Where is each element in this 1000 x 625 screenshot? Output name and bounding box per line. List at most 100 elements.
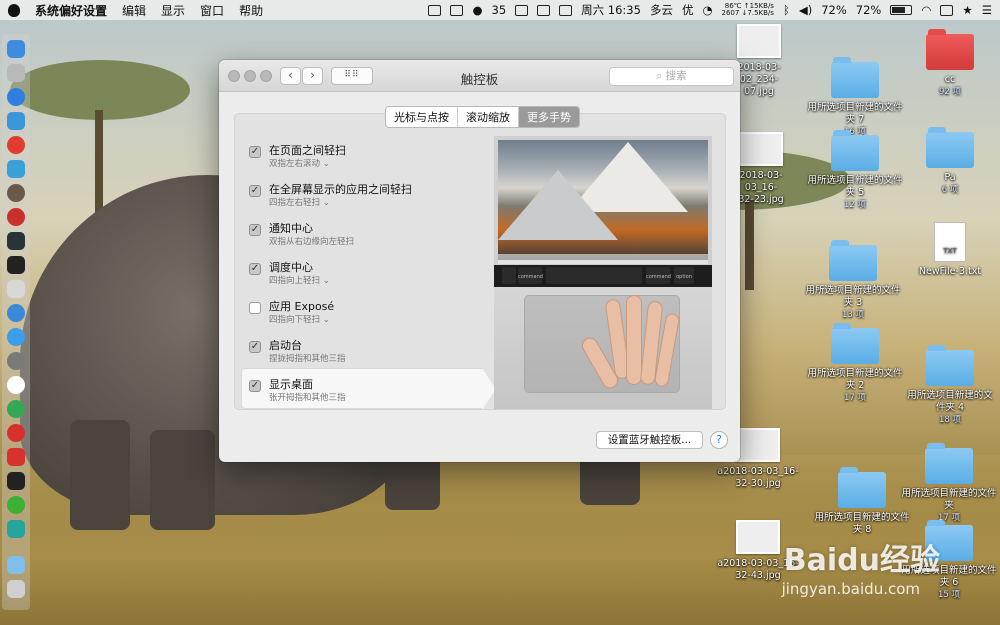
status-app-icon[interactable] — [428, 4, 442, 16]
trash-icon[interactable] — [7, 580, 25, 598]
option-gesture-dropdown[interactable]: 双指左右滚动 ⌄ — [269, 157, 330, 169]
bluetooth-icon[interactable]: ᛒ — [783, 3, 790, 17]
image-thumbnail — [736, 428, 780, 462]
option-title: 应用 Exposé — [269, 300, 335, 313]
option-gesture-dropdown[interactable]: 四指向下轻扫 ⌄ — [269, 313, 330, 325]
checkbox-show-desktop[interactable]: ✓ — [249, 380, 261, 392]
checkbox-swipe-pages[interactable]: ✓ — [249, 146, 261, 158]
downloads-folder-icon[interactable] — [7, 556, 25, 574]
folder-icon — [926, 127, 974, 168]
migration-icon[interactable] — [7, 160, 25, 178]
battery-icon[interactable] — [890, 5, 913, 15]
checkbox-launchpad[interactable]: ✓ — [249, 341, 261, 353]
txt-file-icon: TXT — [934, 222, 966, 262]
volume-icon[interactable]: ◀) — [799, 3, 812, 17]
tab-scroll-zoom[interactable]: 滚动缩放 — [458, 107, 519, 127]
item-count: 12 项 — [843, 200, 867, 210]
calendar-icon[interactable] — [559, 4, 573, 16]
desktop-folder-4[interactable]: 用所选项目新建的文件夹 4 18 项 — [903, 345, 997, 426]
item-count: 17 项 — [843, 393, 867, 403]
launchpad-icon[interactable] — [7, 64, 25, 82]
checkbox-mission-control[interactable]: ✓ — [249, 263, 261, 275]
monitor-icon[interactable] — [537, 4, 551, 16]
tab-point-click[interactable]: 光标与点按 — [386, 107, 458, 127]
setup-bluetooth-trackpad-button[interactable]: 设置蓝牙触控板... — [596, 431, 703, 449]
option-gesture-dropdown[interactable]: 四指向上轻扫 ⌄ — [269, 274, 330, 286]
music-icon[interactable] — [7, 208, 25, 226]
checkbox-swipe-fullscreen[interactable]: ✓ — [249, 185, 261, 197]
title-bar: ‹ › ⠿⠿ 触控板 ⌕ 搜索 — [219, 60, 740, 92]
desktop-folder-cc[interactable]: cc 92 项 — [915, 29, 985, 98]
menu-window[interactable]: 窗口 — [200, 2, 224, 19]
wifi-icon[interactable]: ◠ — [921, 3, 931, 17]
shell-icon[interactable] — [7, 472, 25, 490]
option-title: 启动台 — [269, 339, 302, 352]
settings-icon[interactable] — [7, 352, 25, 370]
trackpad-preferences-window: ‹ › ⠿⠿ 触控板 ⌕ 搜索 光标与点按 滚动缩放 更多手势 ✓ 在页面之间轻… — [219, 60, 740, 462]
air-quality[interactable]: 优 — [682, 2, 694, 18]
desktop-file-newfile[interactable]: TXT NewFile-3.txt — [908, 222, 992, 278]
grid-status-icon[interactable] — [450, 4, 464, 16]
s-app-icon[interactable] — [940, 4, 954, 16]
option-title: 调度中心 — [269, 261, 313, 274]
datetime[interactable]: 周六 16:35 — [581, 2, 641, 18]
checkbox-app-expose[interactable] — [249, 302, 261, 314]
desktop-folder-pa[interactable]: Pa 6 项 — [915, 127, 985, 196]
terminal-icon[interactable] — [7, 256, 25, 274]
desktop-folder-2[interactable]: 用所选项目新建的文件夹 2 17 项 — [805, 323, 905, 404]
search-input[interactable]: ⌕ 搜索 — [609, 67, 734, 86]
red-app-icon[interactable] — [7, 136, 25, 154]
system-monitor[interactable]: 86℃ ↑15KB/s 2607 ↓7.5KB/s — [721, 3, 773, 17]
chrome-icon[interactable] — [7, 400, 25, 418]
wechat-dock-icon[interactable] — [7, 496, 25, 514]
option-title: 显示桌面 — [269, 378, 313, 391]
desktop-folder-8[interactable]: 用所选项目新建的文件夹 8 — [812, 467, 912, 536]
display-icon[interactable] — [515, 4, 529, 16]
microphone-icon[interactable] — [7, 304, 25, 322]
desktop-folder-1[interactable]: 用所选项目新建的文件夹 17 项 — [900, 443, 998, 524]
photo-icon[interactable] — [7, 112, 25, 130]
menu-edit[interactable]: 编辑 — [122, 2, 146, 19]
weather[interactable]: 多云 — [650, 2, 673, 18]
apple-menu-icon[interactable] — [8, 3, 20, 17]
wechat-icon[interactable]: ● — [472, 3, 482, 17]
yandex-icon[interactable] — [7, 376, 25, 394]
star-icon[interactable]: ★ — [962, 3, 972, 17]
item-label: cc — [944, 74, 956, 85]
safari-icon[interactable] — [7, 88, 25, 106]
folder-icon — [831, 57, 879, 98]
tab-more-gestures[interactable]: 更多手势 — [519, 107, 579, 127]
battery-percent-right[interactable]: 72% — [856, 3, 882, 17]
desktop-folder-5[interactable]: 用所选项目新建的文件夹 5 12 项 — [805, 130, 905, 211]
option-gesture-dropdown[interactable]: 四指左右轻扫 ⌄ — [269, 196, 330, 208]
finder-icon[interactable] — [7, 40, 25, 58]
help-button[interactable]: ? — [710, 431, 728, 449]
wifi-status-icon[interactable]: ◔ — [702, 3, 712, 17]
folder-icon — [925, 443, 973, 484]
system-pref-icon[interactable] — [7, 184, 25, 202]
desktop-folder-3[interactable]: 用所选项目新建的文件夹 3 13 项 — [803, 240, 903, 321]
preview-palm-rest — [494, 287, 712, 409]
item-label: 用所选项目新建的文件夹 5 — [807, 175, 903, 198]
list-menu-icon[interactable]: ☰ — [982, 3, 992, 17]
item-label: 用所选项目新建的文件夹 — [901, 488, 997, 511]
item-count: 6 项 — [941, 185, 959, 195]
netease-music-icon[interactable] — [7, 424, 25, 442]
vivaldi-icon[interactable] — [7, 448, 25, 466]
menu-view[interactable]: 显示 — [161, 2, 185, 19]
option-gesture-desc: 张开拇指和其他三指 — [269, 393, 346, 403]
desktop-folder-7[interactable]: 用所选项目新建的文件夹 7 16 项 — [805, 57, 905, 138]
item-label: a2018-03-03_16-32-30.jpg — [717, 466, 799, 489]
desktop-image-0302[interactable]: 2018-03-02_234-07.jpg — [736, 24, 782, 98]
checkbox-notification-center[interactable]: ✓ — [249, 224, 261, 236]
teal-app-icon[interactable] — [7, 520, 25, 538]
desktop-image-1632-23[interactable]: 2018-03-03_16-32-23.jpg — [738, 132, 784, 206]
preview-icon[interactable] — [7, 280, 25, 298]
app-store-icon[interactable] — [7, 328, 25, 346]
item-count: 17 项 — [937, 513, 961, 523]
activity-monitor-icon[interactable] — [7, 232, 25, 250]
menu-help[interactable]: 帮助 — [239, 2, 263, 19]
app-menu[interactable]: 系统偏好设置 — [35, 2, 107, 19]
menu-bar: 系统偏好设置 编辑 显示 窗口 帮助 ● 35 周六 16:35 多云 优 ◔ … — [0, 0, 1000, 20]
search-placeholder: 搜索 — [665, 70, 687, 82]
